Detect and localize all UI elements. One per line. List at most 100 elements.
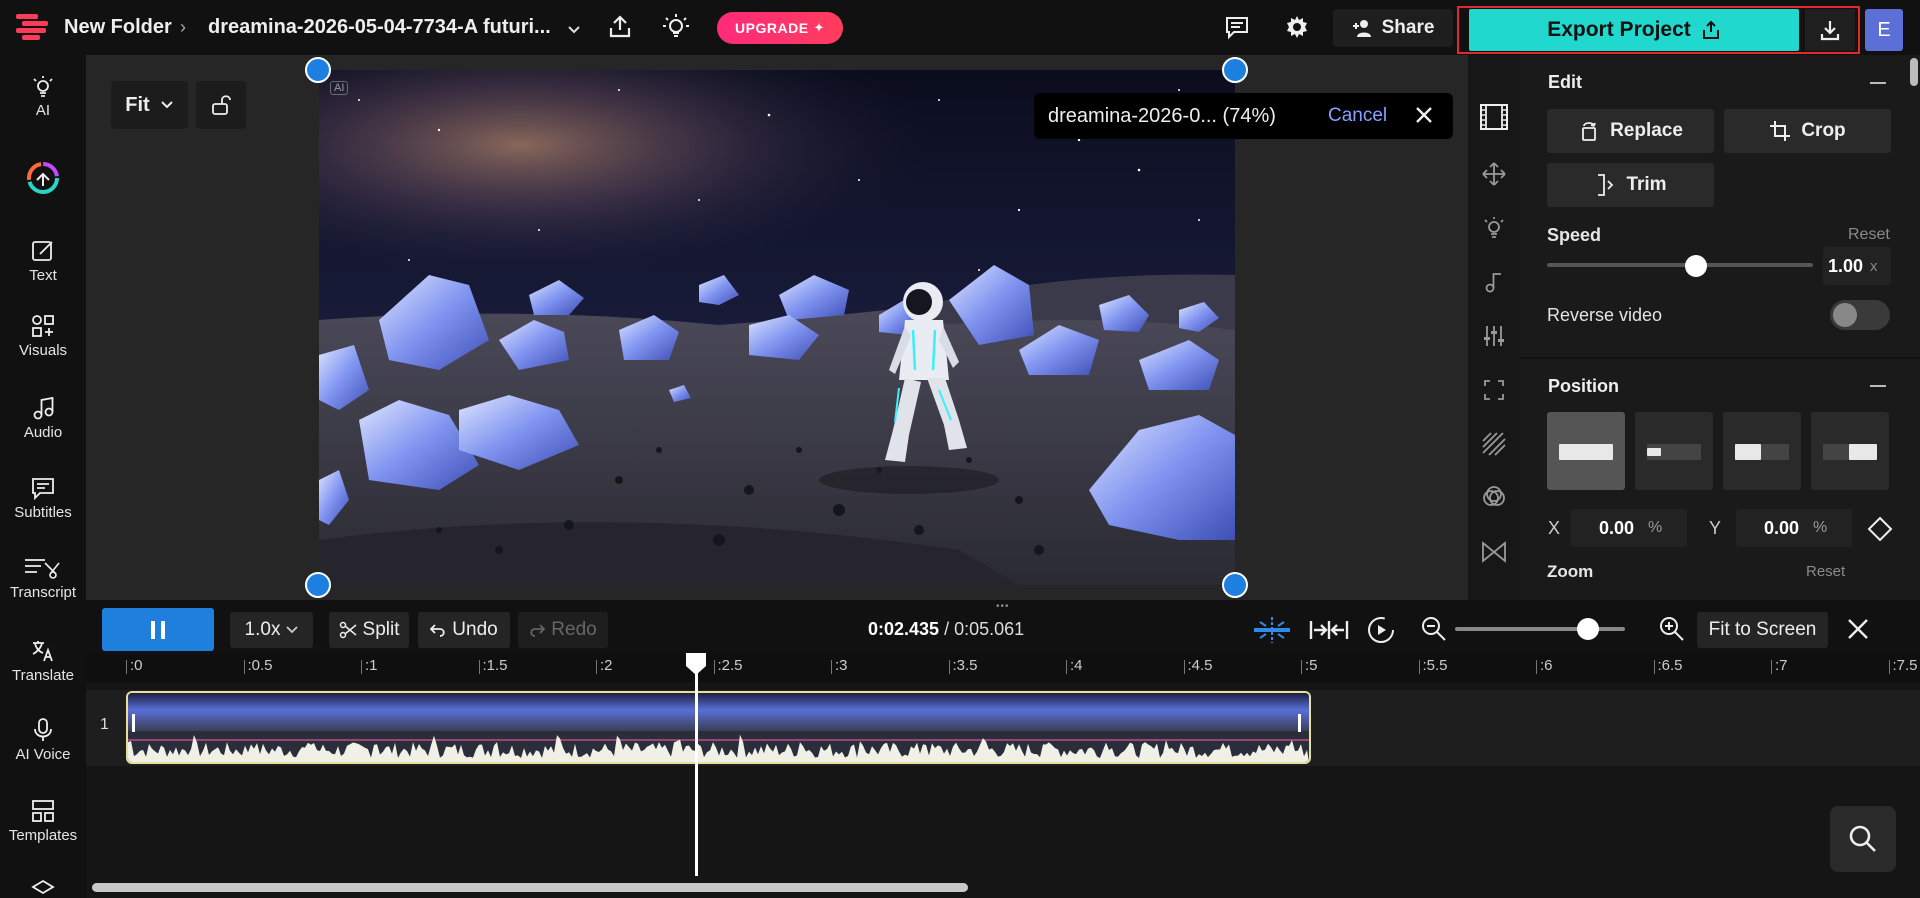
zoom-reset-link[interactable]: Reset	[1806, 563, 1845, 580]
position-preset-left[interactable]	[1635, 412, 1713, 490]
sidebar-item-brand[interactable]	[0, 158, 86, 198]
speed-reset-link[interactable]: Reset	[1848, 226, 1890, 244]
upload-icon[interactable]	[605, 12, 635, 42]
export-project-button[interactable]: Export Project	[1469, 9, 1799, 51]
effects-icon[interactable]	[1479, 429, 1509, 459]
video-preview-frame[interactable]: AI	[319, 70, 1235, 585]
app-logo-icon[interactable]	[16, 14, 50, 40]
auto-play-icon[interactable]	[1366, 615, 1396, 645]
current-time: 0:02.435	[868, 619, 940, 639]
top-bar: New Folder › dreamina-2026-05-04-7734-A …	[0, 0, 1920, 55]
upgrade-button[interactable]: UPGRADE ✦	[717, 12, 843, 44]
clip-trim-handle-right[interactable]	[1298, 714, 1301, 732]
project-filename[interactable]: dreamina-2026-05-04-7734-A futuri...	[208, 16, 551, 39]
clip-thumbnails-waveform	[128, 693, 1309, 762]
ruler-tick-label: :6.5	[1653, 657, 1683, 674]
cancel-upload-link[interactable]: Cancel	[1328, 105, 1387, 127]
play-pause-button[interactable]	[102, 608, 214, 651]
fullscreen-icon[interactable]	[1479, 375, 1509, 405]
lightbulb-icon[interactable]	[661, 12, 691, 42]
music-note-icon[interactable]	[1479, 267, 1509, 297]
adjust-sliders-icon[interactable]	[1479, 321, 1509, 351]
snap-magnet-icon[interactable]	[1252, 615, 1292, 645]
chevron-down-icon[interactable]	[566, 22, 582, 38]
position-preset-full[interactable]	[1547, 412, 1625, 490]
film-strip-icon[interactable]	[1479, 102, 1509, 132]
drag-grip-icon[interactable]: •••	[996, 601, 1010, 612]
blend-circles-icon[interactable]	[1479, 483, 1509, 513]
sidebar-item-visuals[interactable]: Visuals	[0, 313, 86, 359]
collapse-position-icon[interactable]	[1870, 385, 1886, 387]
sidebar-item-text[interactable]: Text	[0, 238, 86, 284]
split-button[interactable]: Split	[329, 612, 409, 648]
speed-slider-knob[interactable]	[1684, 255, 1707, 277]
sidebar-item-translate[interactable]: Translate	[0, 638, 86, 684]
ruler-tick-label: :6	[1536, 657, 1553, 674]
breadcrumb-folder[interactable]: New Folder	[64, 16, 172, 39]
y-position-field[interactable]: 0.00 %	[1736, 509, 1852, 547]
sidebar-item-subtitles[interactable]: Subtitles	[0, 475, 86, 521]
sidebar-item-transcript[interactable]: Transcript	[0, 555, 86, 601]
close-gaps-icon[interactable]	[1309, 615, 1349, 645]
transcript-scissors-icon	[25, 559, 60, 579]
user-avatar[interactable]: E	[1865, 9, 1903, 51]
aspect-lock-button[interactable]	[196, 81, 246, 129]
ruler-tick-label: :3.5	[948, 657, 978, 674]
playback-speed-dropdown[interactable]: 1.0x	[230, 612, 313, 648]
transition-bowtie-icon[interactable]	[1479, 537, 1509, 567]
close-timeline-icon[interactable]	[1845, 616, 1871, 642]
keyframe-diamond-icon[interactable]	[1866, 515, 1894, 543]
app-root: New Folder › dreamina-2026-05-04-7734-A …	[0, 0, 1920, 898]
timeline-zoom-knob[interactable]	[1576, 618, 1599, 640]
playhead-handle[interactable]	[685, 652, 707, 676]
panel-scrollbar[interactable]	[1910, 58, 1918, 86]
timeline-ruler[interactable]: :0:0.5:1:1.5:2:2.5:3:3.5:4:4.5:5:5.5:6:6…	[86, 654, 1920, 682]
replace-button[interactable]: Replace	[1547, 109, 1714, 153]
resize-handle-bottom-right[interactable]	[1222, 572, 1248, 598]
x-label: X	[1548, 518, 1561, 538]
comments-icon[interactable]	[1222, 12, 1252, 42]
timecode-display: 0:02.435 / 0:05.061	[868, 619, 1024, 640]
trim-button[interactable]: Trim	[1547, 163, 1714, 207]
share-button[interactable]: Share	[1333, 9, 1453, 47]
move-arrows-icon[interactable]	[1479, 159, 1509, 189]
zoom-out-icon[interactable]	[1420, 615, 1448, 643]
search-button[interactable]	[1830, 806, 1896, 872]
speed-value-field[interactable]: 1.00 x	[1823, 247, 1891, 285]
collapse-edit-icon[interactable]	[1870, 82, 1886, 84]
sidebar-item-templates[interactable]: Templates	[0, 798, 86, 844]
resize-handle-top-left[interactable]	[305, 57, 331, 83]
fit-to-screen-button[interactable]: Fit to Screen	[1697, 612, 1828, 648]
redo-button[interactable]: Redo	[518, 612, 608, 648]
resize-handle-top-right[interactable]	[1222, 57, 1248, 83]
reverse-video-toggle[interactable]	[1830, 300, 1890, 330]
sidebar-item-layers[interactable]	[0, 878, 86, 898]
sidebar-item-ai-voice[interactable]: AI Voice	[0, 717, 86, 763]
ai-bulb-icon[interactable]	[1479, 213, 1509, 243]
settings-gear-icon[interactable]	[1282, 12, 1312, 42]
fit-dropdown[interactable]: Fit	[111, 81, 188, 129]
position-preset-center-left[interactable]	[1723, 412, 1801, 490]
crop-button[interactable]: Crop	[1724, 109, 1891, 153]
clip-trim-handle-left[interactable]	[132, 714, 135, 732]
sidebar-item-ai[interactable]: AI	[0, 75, 86, 119]
speed-slider-track[interactable]	[1547, 263, 1813, 267]
y-unit: %	[1813, 519, 1828, 536]
ai-bulb-icon	[33, 76, 53, 97]
zoom-in-icon[interactable]	[1658, 615, 1686, 643]
search-icon	[1849, 825, 1876, 852]
position-preset-right[interactable]	[1811, 412, 1889, 490]
sidebar-item-audio[interactable]: Audio	[0, 395, 86, 441]
ruler-tick-label: :4	[1066, 657, 1083, 674]
edit-section-title: Edit	[1548, 72, 1582, 92]
close-icon[interactable]	[1412, 103, 1436, 127]
ruler-tick-label: :1.5	[478, 657, 508, 674]
resize-handle-bottom-left[interactable]	[305, 572, 331, 598]
download-button[interactable]	[1805, 9, 1855, 51]
video-clip[interactable]	[126, 691, 1311, 764]
x-position-field[interactable]: 0.00 %	[1571, 509, 1687, 547]
timeline-horizontal-scrollbar[interactable]	[92, 883, 968, 892]
upload-progress-text: dreamina-2026-0... (74%)	[1048, 104, 1276, 127]
undo-button[interactable]: Undo	[418, 612, 510, 648]
timeline-zoom-slider[interactable]	[1455, 627, 1625, 631]
